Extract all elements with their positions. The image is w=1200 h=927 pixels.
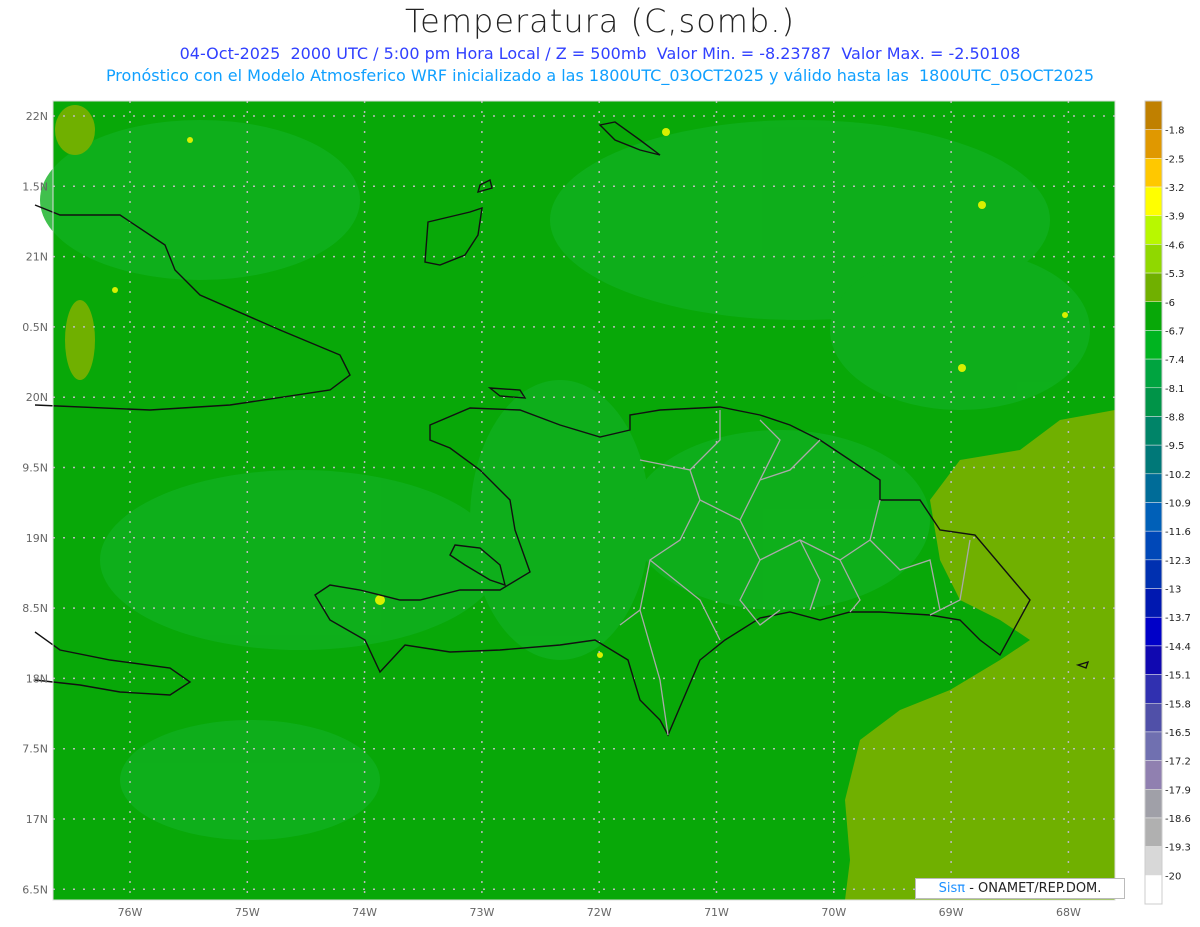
lat-label: 1.5N: [22, 180, 48, 193]
colorbar-label: -17.2: [1165, 757, 1191, 768]
colorbar-label: -15.1: [1165, 671, 1191, 682]
colorbar-swatch: [1144, 158, 1163, 188]
temperature-map: 22N 1.5N 21N 0.5N 20N 9.5N 19N 8.5N 18N 7.5N 17N 6.…: [22, 100, 1191, 919]
lon-label: 70W: [821, 906, 846, 919]
colorbar: -1.8 -2.5 -3.2 -3.9 -4.6 -5.3 -6 -6.7 -7.4 -8.1 -8…: [1144, 100, 1191, 905]
colorbar-label: -13.7: [1165, 613, 1191, 624]
lat-label: 9.5N: [22, 462, 48, 475]
colorbar-swatch: [1144, 530, 1163, 561]
colorbar-label: -18.6: [1165, 814, 1191, 825]
colorbar-swatch: [1144, 674, 1163, 704]
lat-label: 17N: [26, 813, 48, 826]
lon-label: 72W: [587, 906, 612, 919]
colorbar-swatch: [1144, 645, 1163, 675]
colorbar-label: -13: [1165, 585, 1181, 596]
colorbar-swatch: [1144, 358, 1163, 389]
lat-label: 0.5N: [22, 321, 48, 334]
colorbar-swatch: [1144, 760, 1163, 790]
colorbar-swatch: [1144, 330, 1163, 360]
lat-label: 20N: [26, 391, 48, 404]
credit-text: - ONAMET/REP.DOM.: [965, 881, 1102, 896]
colorbar-label: -14.4: [1165, 642, 1191, 653]
colorbar-swatch: [1144, 272, 1163, 303]
lat-label: 7.5N: [22, 743, 48, 756]
colorbar-label: -6.7: [1165, 326, 1185, 337]
colorbar-swatch: [1144, 817, 1163, 847]
lat-label: 18N: [26, 672, 48, 685]
colorbar-label: -15.8: [1165, 699, 1191, 710]
colorbar-label: -1.8: [1165, 126, 1185, 137]
colorbar-swatch: [1144, 875, 1163, 905]
colorbar-swatch: [1144, 588, 1163, 618]
lon-label: 73W: [469, 906, 494, 919]
lon-label: 69W: [939, 906, 964, 919]
colorbar-label: -19.3: [1165, 843, 1191, 854]
colorbar-swatch: [1144, 846, 1163, 876]
lon-label: 71W: [704, 906, 729, 919]
colorbar-swatch: [1144, 502, 1163, 532]
colorbar-label: -8.8: [1165, 412, 1185, 423]
colorbar-label: -2.5: [1165, 154, 1185, 165]
colorbar-swatch: [1144, 100, 1163, 130]
colorbar-label: -16.5: [1165, 728, 1191, 739]
colorbar-swatch: [1144, 416, 1163, 446]
colorbar-swatch: [1144, 703, 1163, 733]
lon-label: 75W: [235, 906, 260, 919]
colorbar-swatch: [1144, 186, 1163, 216]
colorbar-swatch: [1144, 559, 1163, 589]
colorbar-label: -12.3: [1165, 556, 1191, 567]
colorbar-swatch: [1144, 731, 1163, 761]
colorbar-label: -3.2: [1165, 183, 1185, 194]
lat-label: 6.5N: [22, 883, 48, 896]
lat-label: 19N: [26, 532, 48, 545]
colorbar-label: -6: [1165, 298, 1175, 309]
sispi-logo: Sisπ: [938, 881, 966, 896]
colorbar-label: -7.4: [1165, 355, 1185, 366]
colorbar-swatch: [1144, 473, 1163, 503]
colorbar-swatch: [1144, 301, 1163, 331]
colorbar-label: -8.1: [1165, 384, 1185, 395]
lon-label: 68W: [1056, 906, 1081, 919]
colorbar-label: -3.9: [1165, 212, 1185, 223]
colorbar-swatch: [1144, 444, 1163, 475]
colorbar-swatch: [1144, 616, 1163, 647]
lon-label: 76W: [118, 906, 143, 919]
colorbar-label: -10.2: [1165, 470, 1191, 481]
lat-label: 22N: [26, 110, 48, 123]
colorbar-label: -10.9: [1165, 499, 1191, 510]
colorbar-label: -9.5: [1165, 441, 1185, 452]
colorbar-label: -4.6: [1165, 240, 1185, 251]
colorbar-swatch: [1144, 244, 1163, 274]
lat-label: 8.5N: [22, 602, 48, 615]
colorbar-label: -17.9: [1165, 785, 1191, 796]
colorbar-label: -5.3: [1165, 269, 1185, 280]
lon-label: 74W: [352, 906, 377, 919]
colorbar-swatch: [1144, 215, 1163, 245]
colorbar-label: -11.6: [1165, 527, 1191, 538]
colorbar-swatch: [1144, 129, 1163, 159]
credit-box: Sisπ - ONAMET/REP.DOM.: [915, 878, 1125, 899]
colorbar-swatch: [1144, 789, 1163, 819]
colorbar-label: -20: [1165, 871, 1181, 882]
lat-label: 21N: [26, 251, 48, 264]
colorbar-swatch: [1144, 387, 1163, 417]
